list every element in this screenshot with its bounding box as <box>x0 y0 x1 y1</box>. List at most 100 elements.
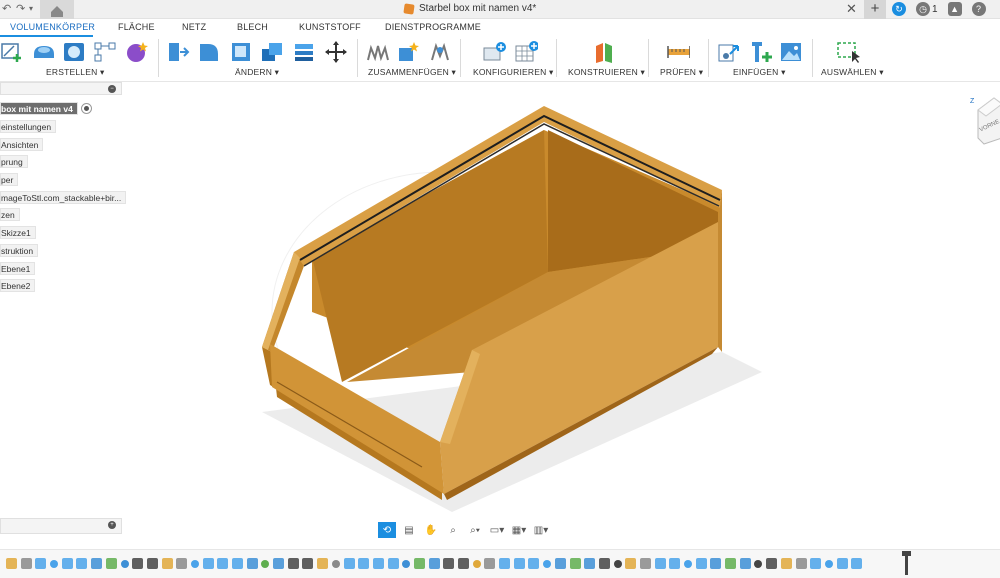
timeline-feature-icon[interactable] <box>413 558 425 569</box>
timeline-feature-icon[interactable] <box>302 558 314 569</box>
timeline-feature-icon[interactable] <box>287 558 299 569</box>
tab-dienstprogramme[interactable]: DIENSTPROGRAMME <box>385 22 481 32</box>
timeline-feature-icon[interactable] <box>190 560 199 568</box>
timeline-feature-icon[interactable] <box>836 558 848 569</box>
timeline-feature-icon[interactable] <box>739 558 751 569</box>
collapse-icon[interactable]: − <box>108 85 116 93</box>
timeline-feature-icon[interactable] <box>343 558 355 569</box>
chevron-down-icon[interactable]: ▾ <box>29 2 33 16</box>
extrude-icon[interactable] <box>31 40 55 64</box>
expand-icon[interactable]: + <box>108 521 116 529</box>
active-component-icon[interactable] <box>81 103 92 114</box>
close-icon[interactable]: ✕ <box>846 1 857 17</box>
tree-item-sketch1[interactable]: Skizze1 <box>0 226 36 239</box>
group-auswaehlen[interactable]: AUSWÄHLEN ▾ <box>821 67 884 78</box>
tab-blech[interactable]: BLECH <box>237 22 268 32</box>
timeline-feature-icon[interactable] <box>20 558 32 569</box>
timeline-feature-icon[interactable] <box>554 558 566 569</box>
insert-mcmaster-icon[interactable] <box>748 40 772 64</box>
orbit-icon[interactable]: ⟲ <box>378 522 396 538</box>
timeline-feature-icon[interactable] <box>428 558 440 569</box>
group-konstruieren[interactable]: KONSTRUIEREN ▾ <box>568 67 645 78</box>
timeline-feature-icon[interactable] <box>654 558 666 569</box>
tree-root-document[interactable]: box mit namen v4 <box>0 102 78 115</box>
group-aendern[interactable]: ÄNDERN ▾ <box>235 67 279 78</box>
create-sketch-icon[interactable] <box>0 40 24 64</box>
tree-item-sketches[interactable]: zen <box>0 208 20 221</box>
hole-icon[interactable] <box>62 40 86 64</box>
timeline-feature-icon[interactable] <box>543 560 552 568</box>
tree-item-named-views[interactable]: Ansichten <box>0 138 44 151</box>
group-konfigurieren[interactable]: KONFIGURIEREN ▾ <box>473 67 553 78</box>
timeline-feature-icon[interactable] <box>372 558 384 569</box>
tree-item-construction[interactable]: struktion <box>0 244 39 257</box>
press-pull-icon[interactable] <box>166 40 190 64</box>
timeline-feature-icon[interactable] <box>810 558 822 569</box>
motion-link-icon[interactable] <box>428 40 452 64</box>
timeline-feature-icon[interactable] <box>76 558 88 569</box>
insert-derive-icon[interactable] <box>716 40 740 64</box>
timeline-feature-icon[interactable] <box>780 558 792 569</box>
notifications-icon[interactable]: ▲ <box>947 2 962 16</box>
timeline-feature-icon[interactable] <box>639 558 651 569</box>
timeline-feature-icon[interactable] <box>766 558 778 569</box>
configurations-icon[interactable] <box>514 40 538 64</box>
clock-icon[interactable]: ◷ <box>916 2 930 16</box>
split-body-icon[interactable] <box>292 40 316 64</box>
shell-icon[interactable] <box>229 40 253 64</box>
move-icon[interactable] <box>324 40 348 64</box>
canvas-viewport[interactable] <box>122 82 1000 522</box>
zoom-icon[interactable]: ⌕ <box>444 522 462 538</box>
tab-volumenkoerper[interactable]: VOLUMENKÖRPER <box>10 22 95 32</box>
fit-icon[interactable]: ⌕▾ <box>466 522 484 538</box>
new-tab-icon[interactable]: + <box>864 0 886 19</box>
grid-settings-icon[interactable]: ▦▾ <box>510 522 528 538</box>
timeline-feature-icon[interactable] <box>331 560 340 568</box>
timeline-feature-icon[interactable] <box>387 558 399 569</box>
timeline-feature-icon[interactable] <box>261 560 270 568</box>
timeline-feature-icon[interactable] <box>824 560 833 568</box>
redo-icon[interactable]: ↷ <box>16 2 25 16</box>
timeline-feature-icon[interactable] <box>246 558 258 569</box>
combine-icon[interactable] <box>260 40 284 64</box>
model-box-3d[interactable] <box>122 82 1000 522</box>
group-pruefen[interactable]: PRÜFEN ▾ <box>660 67 703 78</box>
timeline-feature-icon[interactable] <box>513 558 525 569</box>
timeline-feature-icon[interactable] <box>695 558 707 569</box>
tab-kunststoff[interactable]: KUNSTSTOFF <box>299 22 361 32</box>
timeline-feature-icon[interactable] <box>202 558 214 569</box>
fillet-icon[interactable] <box>197 40 221 64</box>
timeline-feature-icon[interactable] <box>61 558 73 569</box>
timeline-feature-icon[interactable] <box>613 560 622 568</box>
parameters-icon[interactable] <box>482 40 506 64</box>
help-icon[interactable]: ? <box>971 2 986 16</box>
timeline-feature-icon[interactable] <box>458 558 469 569</box>
timeline-feature-icon[interactable] <box>217 558 229 569</box>
timeline-feature-icon[interactable] <box>569 558 581 569</box>
timeline-feature-icon[interactable] <box>232 558 243 569</box>
timeline-feature-icon[interactable] <box>754 560 763 568</box>
timeline-feature-icon[interactable] <box>669 558 681 569</box>
view-cube[interactable]: Z VORNE <box>970 96 1000 153</box>
timeline-marker[interactable] <box>902 551 911 575</box>
timeline-feature-icon[interactable] <box>851 558 863 569</box>
pattern-icon[interactable] <box>93 40 117 64</box>
timeline-feature-icon[interactable] <box>684 560 692 568</box>
timeline-feature-icon[interactable] <box>528 558 540 569</box>
timeline-feature-icon[interactable] <box>472 560 481 568</box>
timeline-feature-icon[interactable] <box>625 558 637 569</box>
timeline-feature-icon[interactable] <box>105 558 117 569</box>
tree-item-bodies[interactable]: per <box>0 173 19 186</box>
new-component-icon[interactable] <box>396 40 420 64</box>
timeline-feature-icon[interactable] <box>402 560 411 568</box>
timeline-feature-icon[interactable] <box>484 558 496 569</box>
tab-flaeche[interactable]: FLÄCHE <box>118 22 155 32</box>
timeline-feature-icon[interactable] <box>710 558 722 569</box>
measure-icon[interactable] <box>666 40 690 64</box>
timeline-feature-icon[interactable] <box>499 558 511 569</box>
timeline-feature-icon[interactable] <box>35 558 47 569</box>
timeline-feature-icon[interactable] <box>176 558 188 569</box>
timeline-feature-icon[interactable] <box>443 558 455 569</box>
look-at-icon[interactable]: ▤ <box>400 522 418 538</box>
form-icon[interactable] <box>125 40 149 64</box>
